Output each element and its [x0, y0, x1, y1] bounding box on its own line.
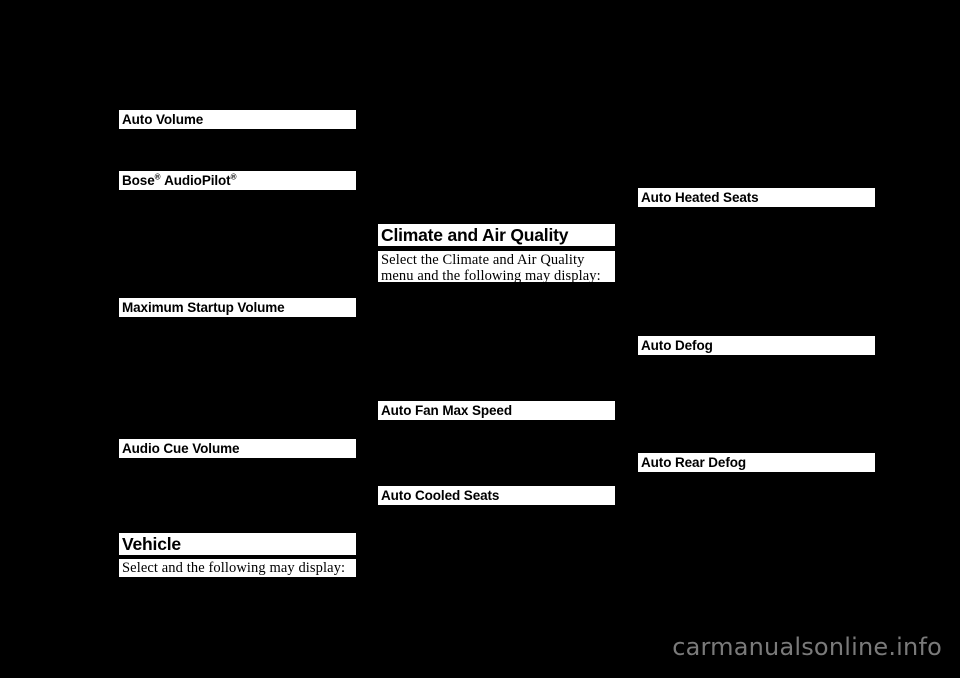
heading-bose-audiopilot: Bose® AudioPilot®	[119, 171, 356, 190]
heading-auto-defog-label: Auto Defog	[641, 338, 713, 353]
paragraph-vehicle-intro-line-1: Select and the following may display:	[122, 560, 346, 576]
heading-maximum-startup-volume-label: Maximum Startup Volume	[122, 300, 285, 315]
heading-auto-volume-label: Auto Volume	[122, 112, 204, 127]
heading-climate-and-air-quality-label: Climate and Air Quality	[381, 225, 569, 245]
heading-auto-volume: Auto Volume	[119, 110, 356, 129]
heading-auto-cooled-seats: Auto Cooled Seats	[378, 486, 615, 505]
manual-page: Auto Volume Bose® AudioPilot® Maximum St…	[0, 0, 960, 678]
heading-audio-cue-volume-label: Audio Cue Volume	[122, 441, 240, 456]
heading-auto-rear-defog: Auto Rear Defog	[638, 453, 875, 472]
registered-trademark-icon-2: ®	[230, 172, 237, 182]
heading-auto-defog: Auto Defog	[638, 336, 875, 355]
heading-vehicle: Vehicle	[119, 533, 356, 555]
heading-auto-cooled-seats-label: Auto Cooled Seats	[381, 488, 500, 503]
heading-vehicle-label: Vehicle	[122, 534, 181, 554]
paragraph-vehicle-intro: Select and the following may display:	[119, 559, 356, 577]
heading-auto-fan-max-speed-label: Auto Fan Max Speed	[381, 403, 512, 418]
heading-auto-rear-defog-label: Auto Rear Defog	[641, 455, 747, 470]
paragraph-climate-intro: Select the Climate and Air Quality menu …	[378, 251, 615, 282]
paragraph-climate-intro-line-2: menu and the following may display:	[381, 268, 601, 282]
heading-auto-heated-seats-label: Auto Heated Seats	[641, 190, 759, 205]
registered-trademark-icon: ®	[154, 172, 161, 182]
heading-climate-and-air-quality: Climate and Air Quality	[378, 224, 615, 246]
heading-audio-cue-volume: Audio Cue Volume	[119, 439, 356, 458]
paragraph-climate-intro-line-1: Select the Climate and Air Quality	[381, 252, 585, 268]
watermark: carmanualsonline.info	[672, 633, 942, 661]
heading-audiopilot-label: AudioPilot	[164, 173, 231, 188]
heading-maximum-startup-volume: Maximum Startup Volume	[119, 298, 356, 317]
heading-auto-heated-seats: Auto Heated Seats	[638, 188, 875, 207]
heading-auto-fan-max-speed: Auto Fan Max Speed	[378, 401, 615, 420]
heading-bose-label: Bose	[122, 173, 155, 188]
